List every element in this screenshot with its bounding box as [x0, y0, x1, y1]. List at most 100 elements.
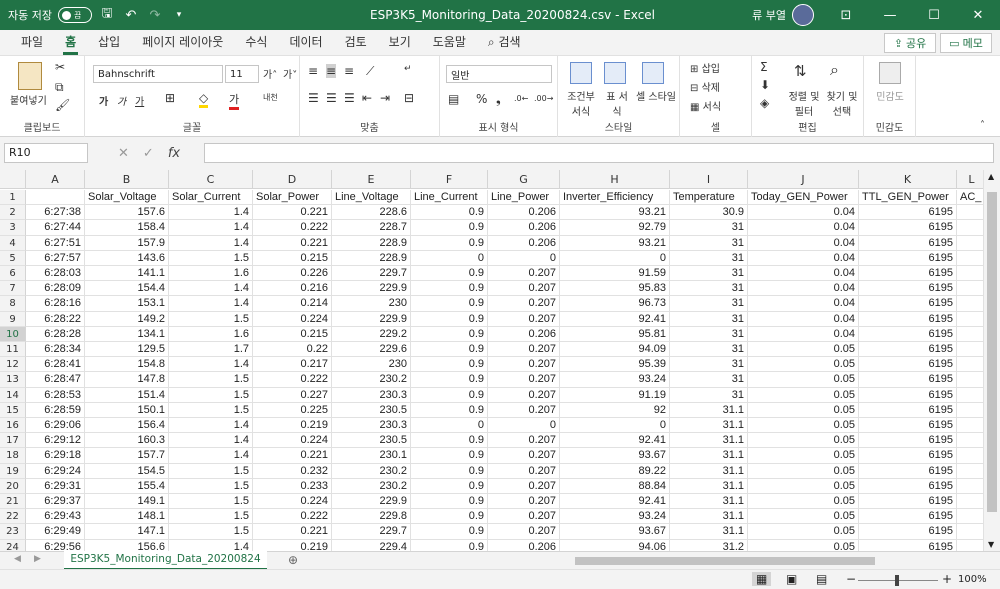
data-cell[interactable]: 31 [670, 296, 748, 312]
data-cell[interactable]: 6195 [859, 250, 957, 266]
data-cell[interactable]: 6195 [859, 418, 957, 434]
data-cell[interactable]: 6:28:34 [26, 342, 85, 358]
data-cell[interactable]: 0.9 [411, 235, 488, 251]
align-bottom-icon[interactable]: ≡ [344, 64, 354, 78]
header-cell[interactable]: Solar_Power [253, 190, 332, 206]
data-cell[interactable]: 0.9 [411, 326, 488, 342]
data-cell[interactable]: 229.7 [332, 266, 411, 282]
data-cell[interactable]: 93.24 [560, 372, 670, 388]
data-cell[interactable]: 92 [560, 402, 670, 418]
data-cell[interactable]: 93.67 [560, 524, 670, 540]
merge-center-icon[interactable]: ⊟ [404, 91, 414, 105]
data-cell[interactable] [957, 494, 983, 510]
data-cell[interactable]: 0.206 [488, 220, 560, 236]
data-cell[interactable]: 30.9 [670, 205, 748, 221]
cell-styles-icon[interactable] [642, 62, 664, 84]
data-cell[interactable]: 0.207 [488, 448, 560, 464]
paste-icon[interactable] [18, 62, 42, 90]
name-box[interactable]: R10 [4, 143, 88, 163]
data-cell[interactable]: 0.9 [411, 509, 488, 525]
header-cell[interactable]: Solar_Voltage [85, 190, 169, 206]
data-cell[interactable]: 0.207 [488, 463, 560, 479]
zoom-in-icon[interactable]: + [942, 572, 952, 586]
data-cell[interactable]: 0.207 [488, 509, 560, 525]
data-cell[interactable]: 31.1 [670, 478, 748, 494]
row-header[interactable]: 7 [0, 281, 26, 297]
data-cell[interactable]: 0.05 [748, 539, 859, 551]
tab-formulas[interactable]: 수식 [234, 33, 278, 55]
data-cell[interactable]: 93.21 [560, 235, 670, 251]
data-cell[interactable]: 6:28:28 [26, 326, 85, 342]
data-cell[interactable]: 160.3 [85, 433, 169, 449]
data-cell[interactable] [957, 448, 983, 464]
column-header-I[interactable]: I [670, 170, 748, 189]
data-cell[interactable]: 88.84 [560, 478, 670, 494]
save-icon[interactable]: 🖫 [98, 4, 116, 26]
data-cell[interactable]: 0.207 [488, 357, 560, 373]
tab-file[interactable]: 파일 [10, 33, 54, 55]
sensitivity-button[interactable]: 민감도 [876, 88, 904, 103]
data-cell[interactable]: 0.05 [748, 418, 859, 434]
normal-view-icon[interactable]: ▦ [752, 572, 772, 586]
tab-page-layout[interactable]: 페이지 레이아웃 [131, 33, 234, 55]
data-cell[interactable]: 92.41 [560, 494, 670, 510]
data-cell[interactable]: 0.232 [253, 463, 332, 479]
data-cell[interactable]: 6195 [859, 342, 957, 358]
data-cell[interactable] [957, 220, 983, 236]
data-cell[interactable]: 0.233 [253, 478, 332, 494]
data-cell[interactable]: 6:28:09 [26, 281, 85, 297]
data-cell[interactable]: 147.8 [85, 372, 169, 388]
data-cell[interactable]: 0.05 [748, 494, 859, 510]
data-cell[interactable]: 31 [670, 281, 748, 297]
row-header[interactable]: 1 [0, 190, 26, 206]
data-cell[interactable]: 0.206 [488, 235, 560, 251]
horizontal-scroll-thumb[interactable] [575, 557, 875, 565]
data-cell[interactable]: 0.05 [748, 448, 859, 464]
data-cell[interactable]: 31.1 [670, 524, 748, 540]
vertical-scrollbar[interactable]: ▲ ▼ [983, 170, 1000, 551]
data-cell[interactable]: 93.24 [560, 509, 670, 525]
data-cell[interactable]: 1.5 [169, 463, 253, 479]
data-cell[interactable]: 0.05 [748, 357, 859, 373]
data-cell[interactable]: 0.9 [411, 539, 488, 551]
header-cell[interactable] [26, 190, 85, 206]
data-cell[interactable]: 1.6 [169, 326, 253, 342]
data-cell[interactable]: 94.09 [560, 342, 670, 358]
data-cell[interactable]: 31 [670, 357, 748, 373]
data-cell[interactable]: 6195 [859, 433, 957, 449]
autosum-icon[interactable]: Σ [760, 60, 768, 74]
data-cell[interactable]: 0.221 [253, 448, 332, 464]
zoom-out-icon[interactable]: − [846, 572, 856, 586]
data-cell[interactable]: 6:28:16 [26, 296, 85, 312]
row-header[interactable]: 9 [0, 311, 26, 327]
data-cell[interactable]: 0.9 [411, 463, 488, 479]
underline-button[interactable]: 가 [135, 93, 144, 108]
data-cell[interactable]: 0.04 [748, 326, 859, 342]
sensitivity-icon[interactable] [879, 62, 901, 84]
data-cell[interactable]: 0 [411, 418, 488, 434]
header-cell[interactable]: Temperature [670, 190, 748, 206]
data-cell[interactable]: 228.6 [332, 205, 411, 221]
data-cell[interactable]: 0.222 [253, 220, 332, 236]
data-cell[interactable]: 228.9 [332, 250, 411, 266]
data-cell[interactable]: 0.9 [411, 220, 488, 236]
data-cell[interactable]: 95.83 [560, 281, 670, 297]
data-cell[interactable]: 154.5 [85, 463, 169, 479]
add-sheet-icon[interactable]: ⊕ [288, 553, 298, 567]
data-cell[interactable]: 230.1 [332, 448, 411, 464]
close-icon[interactable]: ✕ [956, 8, 1000, 23]
increase-decimal-icon[interactable]: .0← [514, 94, 528, 103]
data-cell[interactable]: 0 [560, 418, 670, 434]
data-cell[interactable]: 0.05 [748, 478, 859, 494]
data-cell[interactable]: 129.5 [85, 342, 169, 358]
comma-style-icon[interactable]: ❟ [496, 92, 501, 107]
sort-filter-icon[interactable]: ⇅ [794, 62, 807, 80]
format-painter-icon[interactable]: 🖌 [55, 98, 70, 112]
cancel-icon[interactable]: ✕ [118, 146, 129, 161]
data-cell[interactable]: 229.6 [332, 342, 411, 358]
column-header-A[interactable]: A [26, 170, 85, 189]
data-cell[interactable]: 0.215 [253, 326, 332, 342]
data-cell[interactable]: 0.04 [748, 220, 859, 236]
row-header[interactable]: 24 [0, 539, 26, 551]
data-cell[interactable]: 158.4 [85, 220, 169, 236]
